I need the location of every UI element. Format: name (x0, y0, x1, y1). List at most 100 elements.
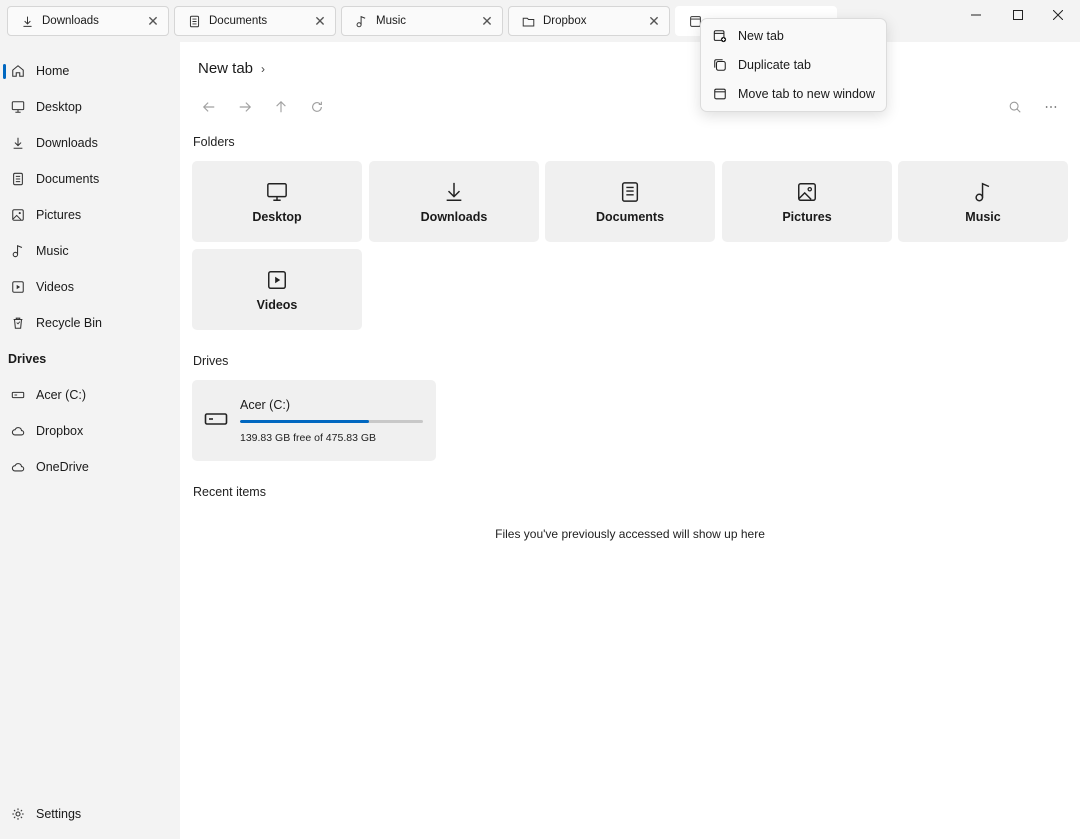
breadcrumb[interactable]: New tab › (198, 60, 265, 77)
sidebar-item-label: Downloads (36, 136, 98, 150)
tab-music[interactable]: Music ✕ (341, 6, 503, 36)
picture-icon (795, 180, 819, 204)
sidebar-item-home[interactable]: Home (0, 56, 180, 86)
sidebar-item-videos[interactable]: Videos (0, 272, 180, 302)
more-options-button[interactable] (1040, 96, 1062, 118)
video-icon (11, 280, 25, 294)
menu-item-label: Duplicate tab (738, 58, 811, 72)
drive-usage-fill (240, 420, 370, 423)
title-bar: Downloads ✕ Documents ✕ Music ✕ Dropbox … (0, 0, 1080, 42)
sidebar: Home Desktop Downloads Documents Picture… (0, 42, 180, 839)
drive-name: Acer (C:) (240, 398, 290, 412)
drive-card-acer-c[interactable]: Acer (C:) 139.83 GB free of 475.83 GB (192, 380, 436, 461)
sidebar-item-desktop[interactable]: Desktop (0, 92, 180, 122)
duplicate-tab-icon (713, 58, 727, 72)
sidebar-item-downloads[interactable]: Downloads (0, 128, 180, 158)
new-window-icon (713, 87, 727, 101)
folder-card-documents[interactable]: Documents (545, 161, 715, 242)
sidebar-item-label: Documents (36, 172, 100, 186)
back-button[interactable] (198, 96, 220, 118)
folder-card-desktop[interactable]: Desktop (192, 161, 362, 242)
download-icon (20, 14, 34, 28)
menu-item-new-tab[interactable]: New tab (705, 22, 882, 50)
tab-label: Downloads (42, 15, 99, 27)
folder-card-downloads[interactable]: Downloads (369, 161, 539, 242)
folders-heading: Folders (193, 135, 235, 149)
sidebar-item-acer-c[interactable]: Acer (C:) (0, 380, 180, 410)
sidebar-item-label: Dropbox (36, 424, 84, 438)
main-content: New tab › Folders Desktop Downloads Docu… (180, 42, 1080, 839)
drives-heading: Drives (193, 354, 229, 368)
download-icon (11, 136, 25, 150)
sidebar-item-label: Pictures (36, 208, 82, 222)
download-icon (442, 180, 466, 204)
maximize-button[interactable] (998, 0, 1038, 30)
desktop-icon (11, 100, 25, 114)
cloud-icon (11, 460, 25, 474)
recent-items-empty-message: Files you've previously accessed will sh… (495, 527, 765, 541)
more-icon (1044, 100, 1058, 114)
tab-downloads[interactable]: Downloads ✕ (7, 6, 169, 36)
search-button[interactable] (1004, 96, 1026, 118)
close-icon[interactable]: ✕ (480, 13, 494, 29)
drive-icon (11, 388, 25, 402)
folder-card-label: Music (965, 209, 1001, 224)
sidebar-item-label: Settings (36, 807, 82, 821)
folder-icon (521, 14, 535, 28)
music-icon (11, 244, 25, 258)
menu-item-label: New tab (738, 29, 784, 43)
tab-label: Music (376, 15, 407, 27)
folder-card-music[interactable]: Music (898, 161, 1068, 242)
refresh-button[interactable] (306, 96, 328, 118)
document-icon (618, 180, 642, 204)
search-icon (1008, 100, 1022, 114)
folder-card-pictures[interactable]: Pictures (722, 161, 892, 242)
forward-button[interactable] (234, 96, 256, 118)
folder-card-label: Downloads (420, 209, 488, 224)
video-icon (265, 268, 289, 292)
menu-item-duplicate-tab[interactable]: Duplicate tab (705, 51, 882, 79)
up-button[interactable] (270, 96, 292, 118)
folder-card-label: Desktop (252, 209, 302, 224)
close-icon[interactable]: ✕ (146, 13, 160, 29)
sidebar-item-label: Recycle Bin (36, 316, 102, 330)
sidebar-item-documents[interactable]: Documents (0, 164, 180, 194)
folder-card-videos[interactable]: Videos (192, 249, 362, 330)
close-icon[interactable]: ✕ (313, 13, 327, 29)
tab-label: Documents (209, 15, 268, 27)
menu-item-move-tab-to-new-window[interactable]: Move tab to new window (705, 80, 882, 108)
sidebar-item-label: OneDrive (36, 460, 89, 474)
music-icon (971, 180, 995, 204)
sidebar-item-dropbox[interactable]: Dropbox (0, 416, 180, 446)
tab-label: Dropbox (543, 15, 587, 27)
desktop-icon (265, 180, 289, 204)
gear-icon (11, 807, 25, 821)
sidebar-item-music[interactable]: Music (0, 236, 180, 266)
folder-card-label: Videos (256, 297, 298, 312)
tab-documents[interactable]: Documents ✕ (174, 6, 336, 36)
sidebar-item-pictures[interactable]: Pictures (0, 200, 180, 230)
minimize-button[interactable] (956, 0, 996, 30)
sidebar-item-label: Acer (C:) (36, 388, 86, 402)
drive-icon (204, 410, 228, 428)
chevron-right-icon: › (261, 61, 266, 76)
close-icon[interactable]: ✕ (647, 13, 661, 29)
tab-dropbox[interactable]: Dropbox ✕ (508, 6, 670, 36)
close-window-button[interactable] (1038, 0, 1078, 30)
recycle-bin-icon (11, 316, 25, 330)
folder-card-label: Documents (595, 209, 665, 224)
sidebar-item-label: Desktop (36, 100, 82, 114)
sidebar-item-recycle-bin[interactable]: Recycle Bin (0, 308, 180, 338)
drive-usage-bar (240, 420, 423, 423)
sidebar-item-label: Music (36, 244, 69, 258)
sidebar-item-label: Videos (36, 280, 74, 294)
home-icon (11, 64, 25, 78)
sidebar-item-label: Home (36, 64, 70, 78)
recent-items-heading: Recent items (193, 485, 266, 499)
sidebar-item-settings[interactable]: Settings (0, 799, 180, 829)
drive-free-space: 139.83 GB free of 475.83 GB (240, 432, 377, 444)
picture-icon (11, 208, 25, 222)
sidebar-item-onedrive[interactable]: OneDrive (0, 452, 180, 482)
folder-card-label: Pictures (782, 209, 832, 224)
sidebar-drives-heading: Drives (8, 352, 47, 366)
